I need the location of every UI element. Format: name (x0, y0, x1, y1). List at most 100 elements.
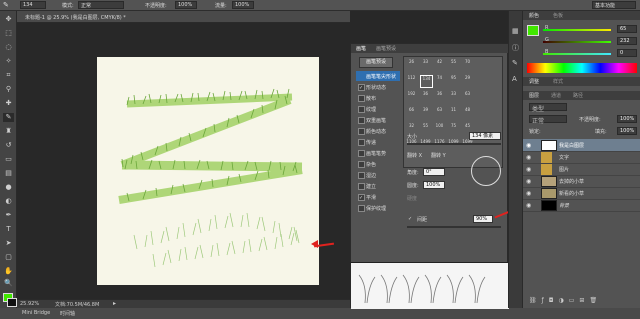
spacing-field[interactable]: 90% (473, 215, 493, 223)
brush-tip[interactable]: 55 (420, 123, 431, 134)
option-protect-texture[interactable]: 保护纹理 (356, 203, 400, 213)
blur-tool-icon[interactable]: ● (3, 183, 14, 192)
brush-tip[interactable]: 63 (462, 91, 473, 102)
option-smoothing[interactable]: ✓ 平滑 (356, 192, 400, 202)
brush-tip-selected[interactable]: 134 (420, 75, 433, 88)
fx-icon[interactable]: ƒ (542, 297, 549, 304)
eyedropper-tool-icon[interactable]: ⚲ (3, 85, 14, 94)
option-brush-pose[interactable]: 画笔笔势 (356, 148, 400, 158)
option-brush-tip-shape[interactable]: 画笔笔尖形状 (356, 71, 400, 81)
hand-tool-icon[interactable]: ✋ (3, 267, 14, 276)
brush-tip[interactable]: 36 (434, 91, 445, 102)
path-select-tool-icon[interactable]: ➤ (3, 239, 14, 248)
dodge-tool-icon[interactable]: ◐ (3, 197, 14, 206)
option-scattering[interactable]: 散布 (356, 93, 400, 103)
brush-tip[interactable]: 36 (420, 91, 431, 102)
lasso-tool-icon[interactable]: ◌ (3, 43, 14, 52)
blend-mode-select[interactable]: 正常 (529, 115, 567, 125)
healing-brush-tool-icon[interactable]: ✚ (3, 99, 14, 108)
brush-tip[interactable]: 74 (434, 75, 445, 86)
delete-layer-icon[interactable]: 🗑 (589, 297, 602, 304)
marquee-tool-icon[interactable]: ⬚ (3, 29, 14, 38)
b-slider[interactable] (543, 53, 611, 55)
option-wet-edges[interactable]: 湿边 (356, 170, 400, 180)
spacing-checkbox[interactable]: ✓ (408, 216, 412, 222)
magic-wand-tool-icon[interactable]: ✧ (3, 57, 14, 66)
g-slider[interactable] (543, 41, 611, 43)
tab-brush-presets[interactable]: 画笔预设 (376, 45, 396, 52)
tab-adjustments[interactable]: 调整 (529, 78, 539, 85)
brush-tool-icon-active[interactable]: ✎ (3, 113, 14, 122)
brush-tip[interactable]: 48 (462, 107, 473, 118)
status-arrow-icon[interactable]: ▸ (113, 300, 116, 307)
zoom-level[interactable]: 25.92% (20, 301, 39, 307)
brush-presets-button[interactable]: 画笔预设 (359, 57, 393, 68)
background-color-swatch[interactable] (7, 298, 17, 307)
option-build-up[interactable]: 建立 (356, 181, 400, 191)
layer-opacity-value[interactable]: 100% (617, 115, 637, 123)
visibility-eye-icon[interactable]: ◉ (526, 166, 531, 173)
brush-panel-icon[interactable]: ✎ (512, 59, 518, 67)
type-tool-icon[interactable]: T (3, 225, 14, 234)
workspace-select[interactable]: 基本功能 (592, 1, 636, 9)
flip-x-label[interactable]: 翻转 X (407, 152, 422, 159)
brush-tip[interactable]: 26 (406, 59, 417, 70)
brush-tip[interactable]: 95 (448, 75, 459, 86)
brush-tip[interactable]: 33 (420, 59, 431, 70)
brush-tip[interactable]: 63 (434, 107, 445, 118)
size-field[interactable]: 134 像素 (469, 132, 501, 140)
visibility-eye-icon[interactable]: ◉ (526, 202, 531, 209)
checkbox[interactable]: ✓ (358, 84, 365, 91)
eraser-tool-icon[interactable]: ▭ (3, 155, 14, 164)
mask-icon[interactable]: ◘ (549, 297, 559, 304)
brush-tip[interactable]: 11 (448, 107, 459, 118)
checkbox[interactable]: ✓ (358, 194, 365, 201)
brush-tip[interactable]: 100 (434, 123, 445, 134)
checkbox[interactable] (358, 106, 365, 113)
visibility-eye-icon[interactable]: ◉ (526, 142, 531, 149)
tab-mini-bridge[interactable]: Mini Bridge (22, 310, 50, 316)
tab-brush[interactable]: 画笔 (356, 45, 366, 52)
char-panel-icon[interactable]: A (512, 75, 517, 83)
brush-tip[interactable]: 42 (434, 59, 445, 70)
checkbox[interactable] (358, 117, 365, 124)
info-panel-icon[interactable]: ⓘ (512, 43, 519, 53)
document-canvas[interactable] (97, 57, 319, 285)
group-icon[interactable]: ▭ (569, 297, 580, 304)
checkbox[interactable] (358, 95, 365, 102)
checkbox[interactable] (358, 150, 365, 157)
brush-tip[interactable]: 29 (462, 75, 473, 86)
option-transfer[interactable]: 传递 (356, 137, 400, 147)
checkbox[interactable] (358, 161, 365, 168)
gradient-tool-icon[interactable]: ▤ (3, 169, 14, 178)
new-layer-icon[interactable]: ⊞ (579, 297, 589, 304)
tab-channels[interactable]: 通道 (551, 92, 561, 99)
brush-tip[interactable]: 55 (448, 59, 459, 70)
brush-tip[interactable]: 33 (448, 91, 459, 102)
tab-styles[interactable]: 样式 (553, 78, 563, 85)
tab-paths[interactable]: 路径 (573, 92, 583, 99)
history-brush-tool-icon[interactable]: ↺ (3, 141, 14, 150)
roundness-field[interactable]: 100% (423, 181, 445, 189)
mode-select[interactable]: 正常 (78, 1, 124, 9)
spacing-slider[interactable] (407, 226, 501, 228)
stamp-tool-icon[interactable]: ♜ (3, 127, 14, 136)
brush-tool-icon[interactable]: ✎ (3, 1, 9, 9)
checkbox[interactable] (358, 128, 365, 135)
option-shape-dynamics[interactable]: ✓ 形状动态 (356, 82, 400, 92)
fg-color-preview[interactable] (527, 25, 539, 36)
checkbox[interactable] (358, 205, 365, 212)
brush-tip[interactable]: 39 (420, 107, 431, 118)
crop-tool-icon[interactable]: ⌗ (3, 71, 14, 80)
document-tab[interactable]: 未标题-1 @ 25.9% (我是白图层, CMYK/8) * (17, 11, 350, 23)
history-panel-icon[interactable]: ▦ (512, 27, 519, 35)
layer-kind-filter[interactable]: 类型 (529, 103, 567, 113)
option-color-dynamics[interactable]: 颜色动态 (356, 126, 400, 136)
size-slider[interactable] (407, 143, 501, 145)
tab-swatches[interactable]: 色板 (553, 12, 563, 19)
angle-roundness-widget[interactable] (471, 156, 501, 186)
brush-tip[interactable]: 192 (406, 91, 417, 102)
shape-tool-icon[interactable]: ▢ (3, 253, 14, 262)
r-value[interactable]: 65 (617, 25, 637, 33)
visibility-eye-icon[interactable]: ◉ (526, 154, 531, 161)
